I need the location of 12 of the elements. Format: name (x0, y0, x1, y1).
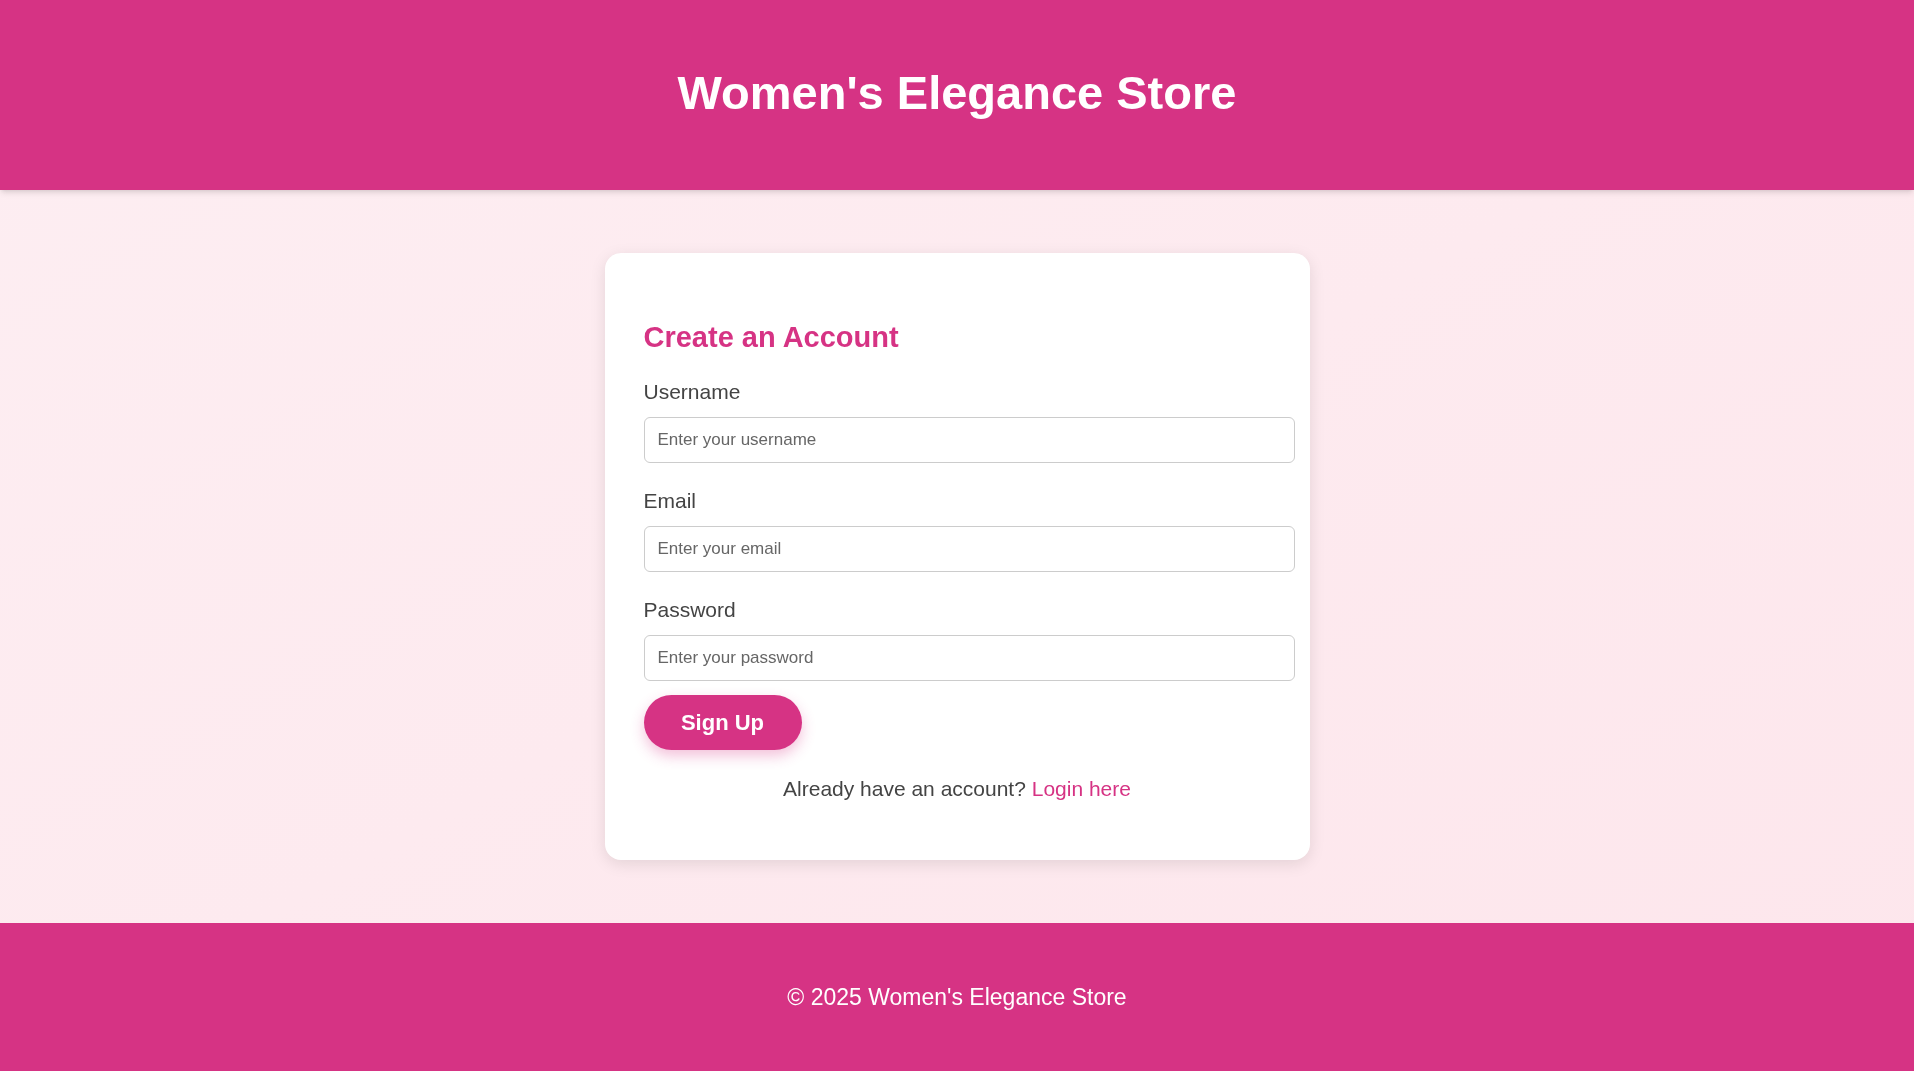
login-prompt: Already have an account? (783, 777, 1026, 801)
form-heading: Create an Account (643, 320, 900, 356)
input-field[interactable]: Enter your username (643, 416, 1295, 463)
input-field[interactable]: Enter your password (643, 635, 1295, 682)
login-link[interactable]: Login here (1031, 777, 1131, 801)
field-label: Username (643, 378, 742, 405)
copyright-text: © 2025 Women's Elegance Store (787, 982, 1127, 1012)
sign-up-button[interactable]: Sign Up (643, 695, 802, 751)
store-title: Women's Elegance Store (677, 65, 1237, 121)
field-label: Password (643, 597, 737, 623)
input-field[interactable]: Enter your email (643, 526, 1295, 572)
field-label: Email (643, 487, 697, 514)
